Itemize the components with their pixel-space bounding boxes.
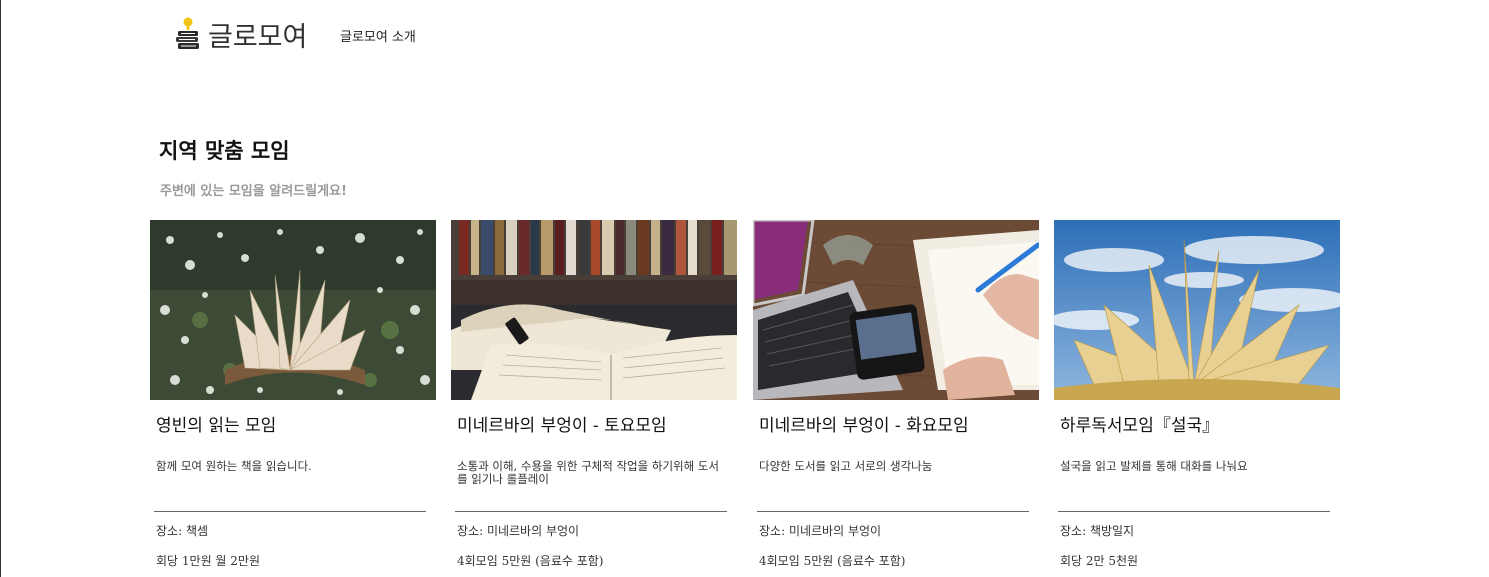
meeting-card-fee: 4회모임 5만원 (음료수 포함) (759, 554, 906, 568)
window-left-edge (0, 0, 1, 577)
meeting-card-image (150, 220, 436, 400)
meeting-card[interactable]: 영빈의 읽는 모임 함께 모여 원하는 책을 읽습니다. 장소: 책셈 회당 1… (150, 220, 436, 577)
meeting-card[interactable]: 하루독서모임『설국』 설국을 읽고 발제를 통해 대화를 나눠요 장소: 책방일… (1054, 220, 1340, 577)
meeting-card[interactable]: 미네르바의 부엉이 - 토요모임 소통과 이해, 수용을 위한 구체적 작업을 … (451, 220, 737, 577)
meeting-card-place: 장소: 미네르바의 부엉이 (759, 524, 882, 538)
meeting-card-list: 영빈의 읽는 모임 함께 모여 원하는 책을 읽습니다. 장소: 책셈 회당 1… (150, 220, 1350, 577)
meeting-card-title: 영빈의 읽는 모임 (156, 416, 277, 436)
meeting-card-title: 하루독서모임『설국』 (1060, 416, 1220, 436)
card-divider (154, 511, 426, 512)
meeting-card-image (1054, 220, 1340, 400)
meeting-card-description: 다양한 도서를 읽고 서로의 생각나눔 (759, 459, 933, 473)
meeting-card-place: 장소: 미네르바의 부엉이 (457, 524, 580, 538)
site-logo[interactable]: 글로모여 (174, 14, 307, 54)
meeting-card-fee: 4회모임 5만원 (음료수 포함) (457, 554, 604, 568)
nav-about-link[interactable]: 글로모여 소개 (340, 26, 416, 45)
meeting-card-place: 장소: 책셈 (156, 524, 209, 538)
meeting-card-fee: 회당 1만원 월 2만원 (156, 554, 260, 568)
books-with-bulb-icon (174, 16, 202, 52)
meeting-card-place: 장소: 책방일지 (1060, 524, 1135, 538)
meeting-card-title: 미네르바의 부엉이 - 토요모임 (457, 416, 667, 436)
section-title: 지역 맞춤 모임 (159, 139, 290, 163)
card-divider (455, 511, 727, 512)
meeting-card-fee: 회당 2만 5천원 (1060, 554, 1139, 568)
section-subtitle: 주변에 있는 모임을 알려드릴게요! (160, 184, 347, 199)
meeting-card-image (753, 220, 1039, 400)
meeting-card-description: 설국을 읽고 발제를 통해 대화를 나눠요 (1060, 459, 1248, 473)
meeting-card-image (451, 220, 737, 400)
meeting-card-description: 소통과 이해, 수용을 위한 구체적 작업을 하기위해 도서를 읽기나 롤플레이 (457, 459, 720, 486)
site-header: 글로모여 글로모여 소개 (0, 0, 1489, 70)
meeting-card[interactable]: 미네르바의 부엉이 - 화요모임 다양한 도서를 읽고 서로의 생각나눔 장소:… (753, 220, 1039, 577)
card-divider (1058, 511, 1330, 512)
meeting-card-title: 미네르바의 부엉이 - 화요모임 (759, 416, 969, 436)
logo-text: 글로모여 (208, 21, 308, 53)
card-divider (757, 511, 1029, 512)
meeting-card-description: 함께 모여 원하는 책을 읽습니다. (156, 459, 312, 473)
